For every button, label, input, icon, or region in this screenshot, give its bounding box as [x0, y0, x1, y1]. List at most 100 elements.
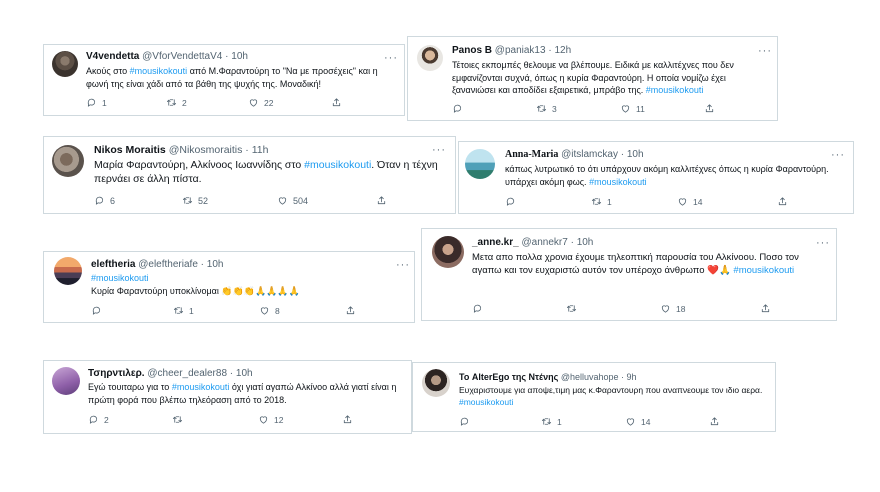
avatar[interactable] [52, 367, 80, 395]
retweet-button[interactable]: 3 [536, 103, 557, 114]
share-button[interactable] [760, 303, 771, 314]
hashtag-link[interactable]: #mousikokouti [646, 85, 704, 95]
avatar[interactable] [432, 236, 464, 268]
like-button[interactable]: 14 [677, 196, 702, 207]
action-bar: 6 52 504 [94, 195, 444, 207]
author-handle[interactable]: @VforVendettaV4 [142, 51, 222, 62]
hashtag-link[interactable]: #mousikokouti [172, 382, 230, 392]
like-button[interactable]: 11 [620, 103, 645, 114]
reply-button[interactable] [452, 103, 468, 114]
like-button[interactable]: 504 [277, 195, 308, 206]
retweet-button[interactable]: 2 [166, 97, 187, 108]
text-segment: κάπως λυτρωτικό το ότι υπάρχουν ακόμη κα… [505, 164, 829, 187]
share-button[interactable] [345, 305, 356, 316]
hashtag-link[interactable]: #mousikokouti [304, 159, 371, 171]
timestamp[interactable]: 10h [236, 368, 253, 379]
retweet-button[interactable] [566, 303, 582, 314]
retweet-count: 2 [182, 97, 187, 108]
author-handle[interactable]: @itslamckay [561, 149, 618, 160]
author-handle[interactable]: @helluvahope [561, 372, 619, 382]
hashtag-link[interactable]: #mousikokouti [130, 66, 188, 76]
like-button[interactable]: 12 [258, 414, 283, 425]
author-handle[interactable]: @paniak13 [495, 45, 546, 56]
author-name[interactable]: Τσηρντιλερ. [88, 368, 145, 379]
tweet-text: Μαρία Φαραντούρη, Αλκίνοος Ιωαννίδης στο… [94, 158, 444, 186]
heart-icon [277, 195, 288, 206]
like-button[interactable]: 8 [259, 305, 280, 316]
like-button[interactable]: 22 [248, 97, 273, 108]
retweet-icon [566, 303, 577, 314]
author-name[interactable]: Nikos Moraitis [94, 144, 166, 156]
tweet-text: Ευχαριστουμε για αποψε,τιμη μας κ.Φαραντ… [459, 384, 764, 408]
author-handle[interactable]: @annekr7 [521, 237, 567, 248]
timestamp[interactable]: 10h [207, 259, 224, 270]
timestamp[interactable]: 10h [627, 149, 644, 160]
like-button[interactable]: 18 [660, 303, 685, 314]
reply-button[interactable]: 2 [88, 414, 109, 425]
share-button[interactable] [777, 196, 788, 207]
tweet-header: _anne.kr_ @annekr7 · 10h [472, 237, 593, 249]
like-count: 22 [264, 97, 274, 108]
retweet-button[interactable]: 1 [591, 196, 612, 207]
tweet-card[interactable]: Nikos Moraitis @Nikosmoraitis · 11h ··· … [43, 136, 456, 214]
tweet-card[interactable]: eleftheria @eleftheriafe · 10h ··· #mous… [43, 251, 415, 323]
reply-button[interactable] [91, 305, 107, 316]
tweet-card[interactable]: _anne.kr_ @annekr7 · 10h ··· Μετα απο πο… [421, 228, 837, 321]
reply-button[interactable]: 6 [94, 195, 115, 206]
retweet-button[interactable] [172, 414, 188, 425]
reply-button[interactable] [472, 303, 488, 314]
more-dots-icon[interactable]: ··· [758, 46, 772, 57]
action-bar: 3 11 [452, 103, 770, 115]
timestamp[interactable]: 10h [231, 51, 248, 62]
retweet-button[interactable]: 52 [182, 195, 208, 206]
share-button[interactable] [704, 103, 715, 114]
retweet-button[interactable]: 1 [541, 416, 562, 427]
tweet-card[interactable]: Anna-Maria @itslamckay · 10h ··· κάπως λ… [458, 141, 854, 214]
tweet-card[interactable]: Panos B @paniak13 · 12h ··· Τέτοιες εκπο… [407, 36, 778, 121]
timestamp[interactable]: 9h [627, 372, 637, 382]
more-dots-icon[interactable]: ··· [384, 53, 398, 64]
reply-button[interactable] [505, 196, 521, 207]
hashtag-link[interactable]: #mousikokouti [733, 265, 794, 276]
author-handle[interactable]: @eleftheriafe [138, 259, 198, 270]
avatar[interactable] [52, 145, 84, 177]
more-dots-icon[interactable]: ··· [816, 238, 830, 249]
share-button[interactable] [342, 414, 353, 425]
retweet-icon [541, 416, 552, 427]
author-name[interactable]: Panos B [452, 45, 492, 56]
share-button[interactable] [709, 416, 720, 427]
retweet-button[interactable]: 1 [173, 305, 194, 316]
author-name[interactable]: _anne.kr_ [472, 237, 519, 248]
author-name[interactable]: eleftheria [91, 259, 135, 270]
share-icon [342, 414, 353, 425]
author-name[interactable]: V4vendetta [86, 51, 139, 62]
tweet-card[interactable]: Το AlterEgo της Ντένης @helluvahope · 9h… [412, 362, 776, 432]
author-handle[interactable]: @Nikosmoraitis [169, 144, 243, 156]
avatar[interactable] [54, 257, 82, 285]
like-button[interactable]: 14 [625, 416, 650, 427]
timestamp[interactable]: 10h [577, 237, 594, 248]
author-handle[interactable]: @cheer_dealer88 [147, 368, 227, 379]
share-button[interactable] [376, 195, 387, 206]
tweet-card[interactable]: Τσηρντιλερ. @cheer_dealer88 · 10h Εγώ το… [43, 360, 412, 434]
timestamp[interactable]: 12h [554, 45, 571, 56]
tweet-card[interactable]: V4vendetta @VforVendettaV4 · 10h ··· Ακο… [43, 44, 405, 116]
hashtag-link[interactable]: #mousikokouti [589, 177, 647, 187]
reply-button[interactable] [459, 416, 475, 427]
hashtag-link[interactable]: #mousikokouti [459, 397, 513, 407]
avatar[interactable] [52, 51, 78, 77]
reply-button[interactable]: 1 [86, 97, 107, 108]
timestamp[interactable]: 11h [252, 144, 269, 156]
more-dots-icon[interactable]: ··· [831, 150, 845, 161]
share-button[interactable] [331, 97, 342, 108]
avatar[interactable] [465, 149, 495, 179]
more-dots-icon[interactable]: ··· [396, 260, 410, 271]
heart-icon [259, 305, 270, 316]
author-name[interactable]: Το AlterEgo της Ντένης [459, 372, 558, 382]
hashtag-link[interactable]: #mousikokouti [91, 272, 401, 285]
more-dots-icon[interactable]: ··· [432, 145, 446, 156]
author-name[interactable]: Anna-Maria [505, 149, 558, 160]
avatar[interactable] [422, 369, 450, 397]
avatar[interactable] [417, 45, 443, 71]
heart-icon [620, 103, 631, 114]
